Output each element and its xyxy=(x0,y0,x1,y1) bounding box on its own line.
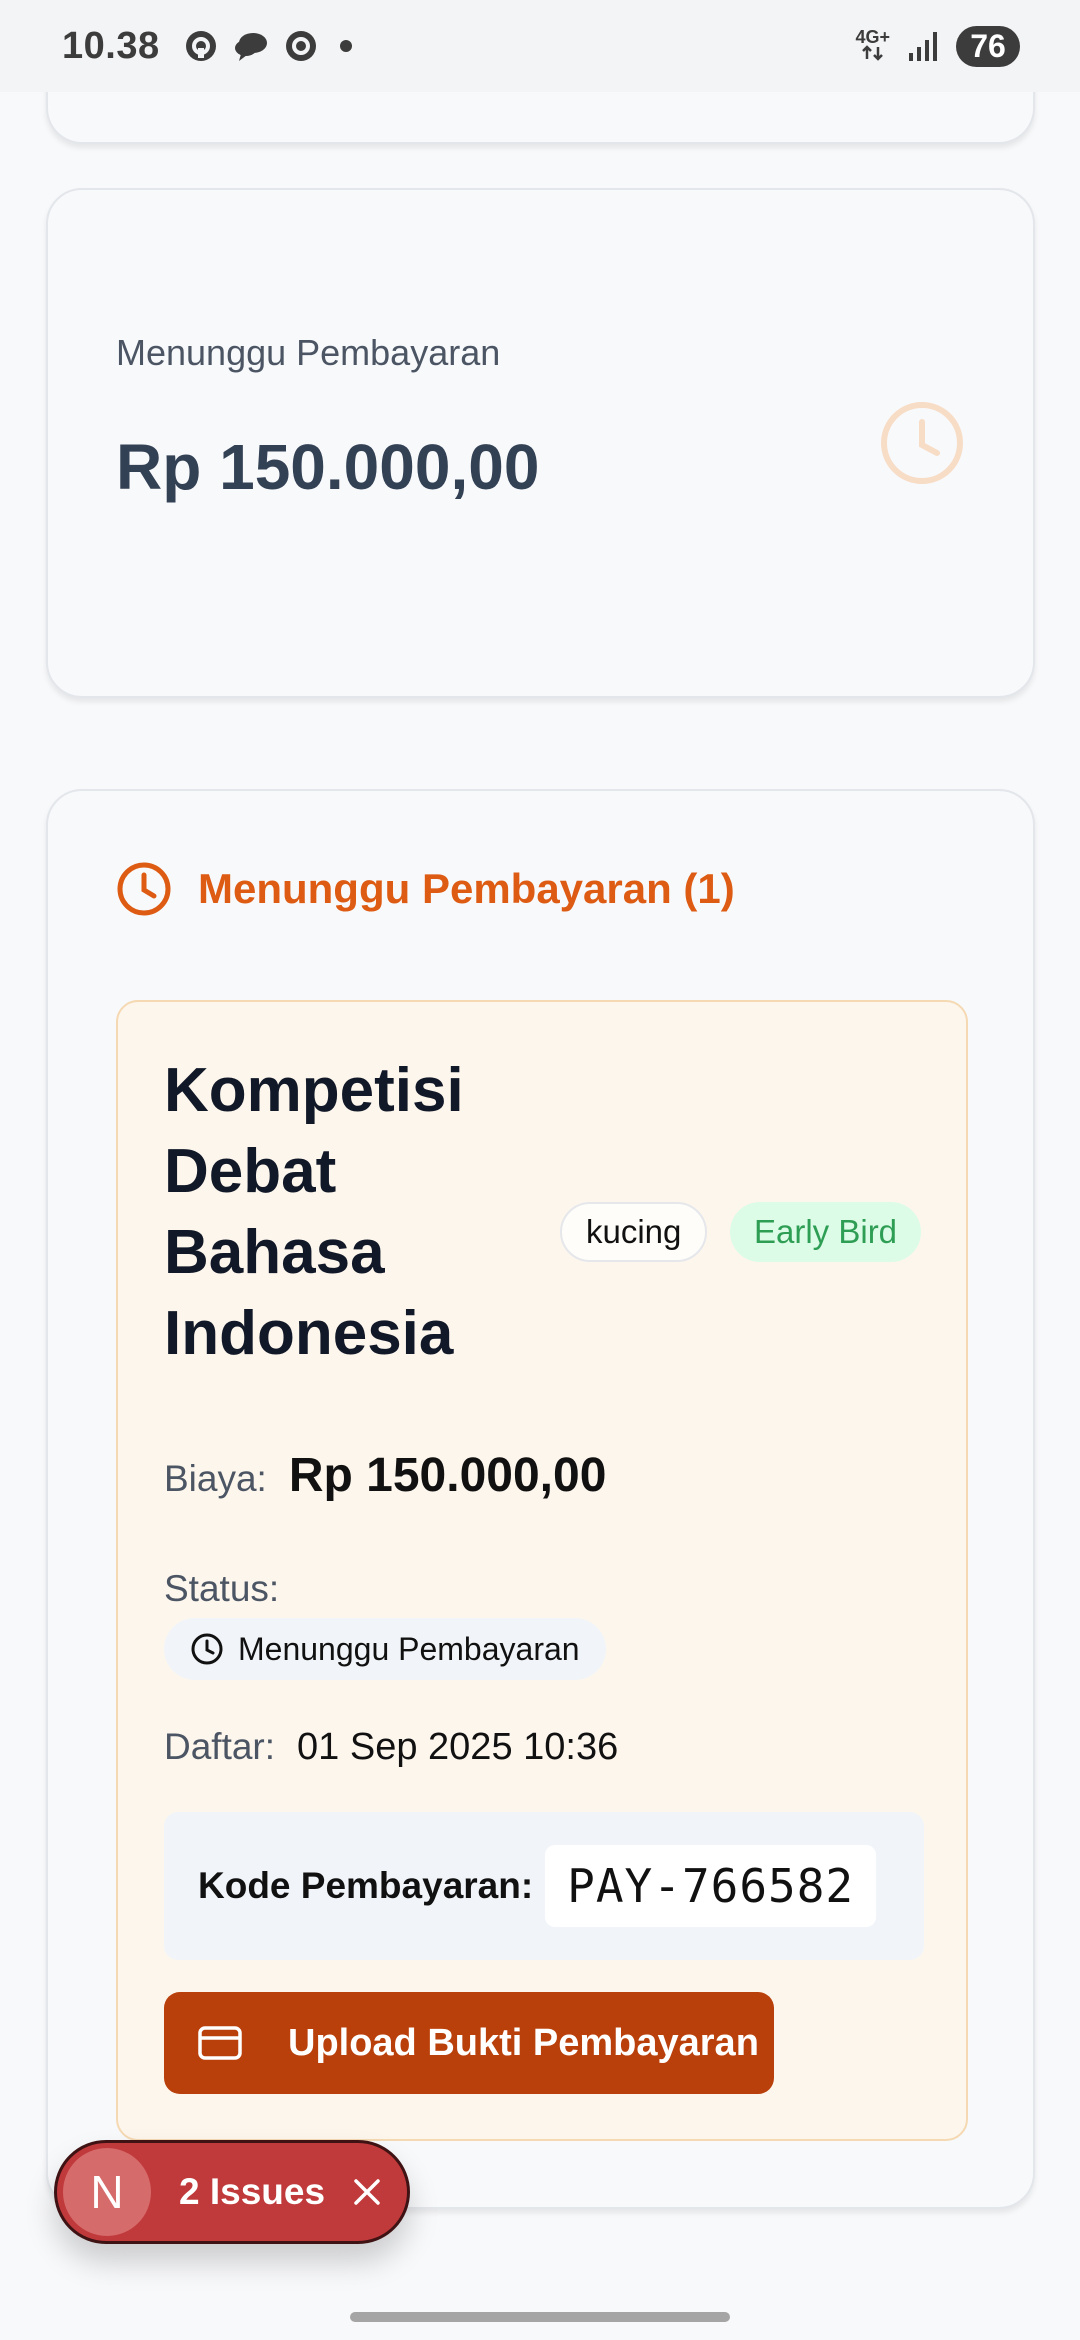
signal-icon xyxy=(904,27,942,65)
status-time: 10.38 xyxy=(62,24,160,67)
category-badge: kucing xyxy=(560,1202,708,1262)
status-badge: Menunggu Pembayaran xyxy=(164,1618,606,1680)
date-value: 01 Sep 2025 10:36 xyxy=(297,1726,619,1768)
payment-code-value: PAY-766582 xyxy=(545,1845,877,1927)
pending-summary-card: Menunggu Pembayaran Rp 150.000,00 xyxy=(46,188,1035,698)
clock-icon xyxy=(191,1633,223,1665)
summary-label: Menunggu Pembayaran xyxy=(116,332,501,373)
nextjs-logo-icon: N xyxy=(63,2148,151,2236)
close-icon[interactable] xyxy=(349,2174,385,2210)
upload-proof-button[interactable]: Upload Bukti Pembayaran xyxy=(164,1992,774,2094)
data-arrows-icon xyxy=(861,45,883,61)
event-title: Kompetisi Debat Bahasa Indonesia xyxy=(164,1056,464,1368)
credit-card-icon xyxy=(198,2026,242,2060)
issues-count[interactable]: 2 Issues xyxy=(179,2171,325,2213)
battery-indicator: 76 xyxy=(956,25,1020,67)
summary-amount: Rp 150.000,00 xyxy=(116,431,540,503)
clock-icon xyxy=(117,862,171,916)
date-row: Daftar: 01 Sep 2025 10:36 xyxy=(164,1726,618,1769)
network-type: 4G+ xyxy=(855,28,890,63)
app-notification-icon xyxy=(182,27,220,65)
section-title: Menunggu Pembayaran (1) xyxy=(198,865,735,912)
chat-icon xyxy=(232,27,270,65)
app-notification-icon-2 xyxy=(282,27,320,65)
clock-icon xyxy=(881,402,963,484)
status-bar: 10.38 4G+ 76 xyxy=(0,0,1080,92)
early-bird-badge: Early Bird xyxy=(730,1202,922,1262)
payment-code-label: Kode Pembayaran: xyxy=(198,1865,534,1906)
fee-value: Rp 150.000,00 xyxy=(288,1449,607,1502)
fee-row: Biaya: Rp 150.000,00 xyxy=(164,1448,606,1503)
home-indicator[interactable] xyxy=(350,2312,730,2322)
registration-card: Kompetisi Debat Bahasa Indonesia kucing … xyxy=(116,1000,968,2141)
date-label: Daftar: xyxy=(164,1726,276,1767)
fee-label: Biaya: xyxy=(164,1458,267,1499)
section-header: Menunggu Pembayaran (1) xyxy=(116,861,735,917)
status-label: Status: xyxy=(164,1568,280,1609)
notification-icons xyxy=(182,27,352,65)
issues-indicator[interactable]: N 2 Issues xyxy=(54,2140,410,2244)
upload-proof-label: Upload Bukti Pembayaran xyxy=(288,2021,759,2064)
system-icons: 4G+ 76 xyxy=(855,25,1020,67)
pending-payments-section: Menunggu Pembayaran (1) Kompetisi Debat … xyxy=(46,789,1035,2209)
status-value: Menunggu Pembayaran xyxy=(238,1630,580,1667)
payment-code-box: Kode Pembayaran: PAY-766582 xyxy=(164,1812,924,1960)
more-notifications-dot xyxy=(339,40,352,52)
